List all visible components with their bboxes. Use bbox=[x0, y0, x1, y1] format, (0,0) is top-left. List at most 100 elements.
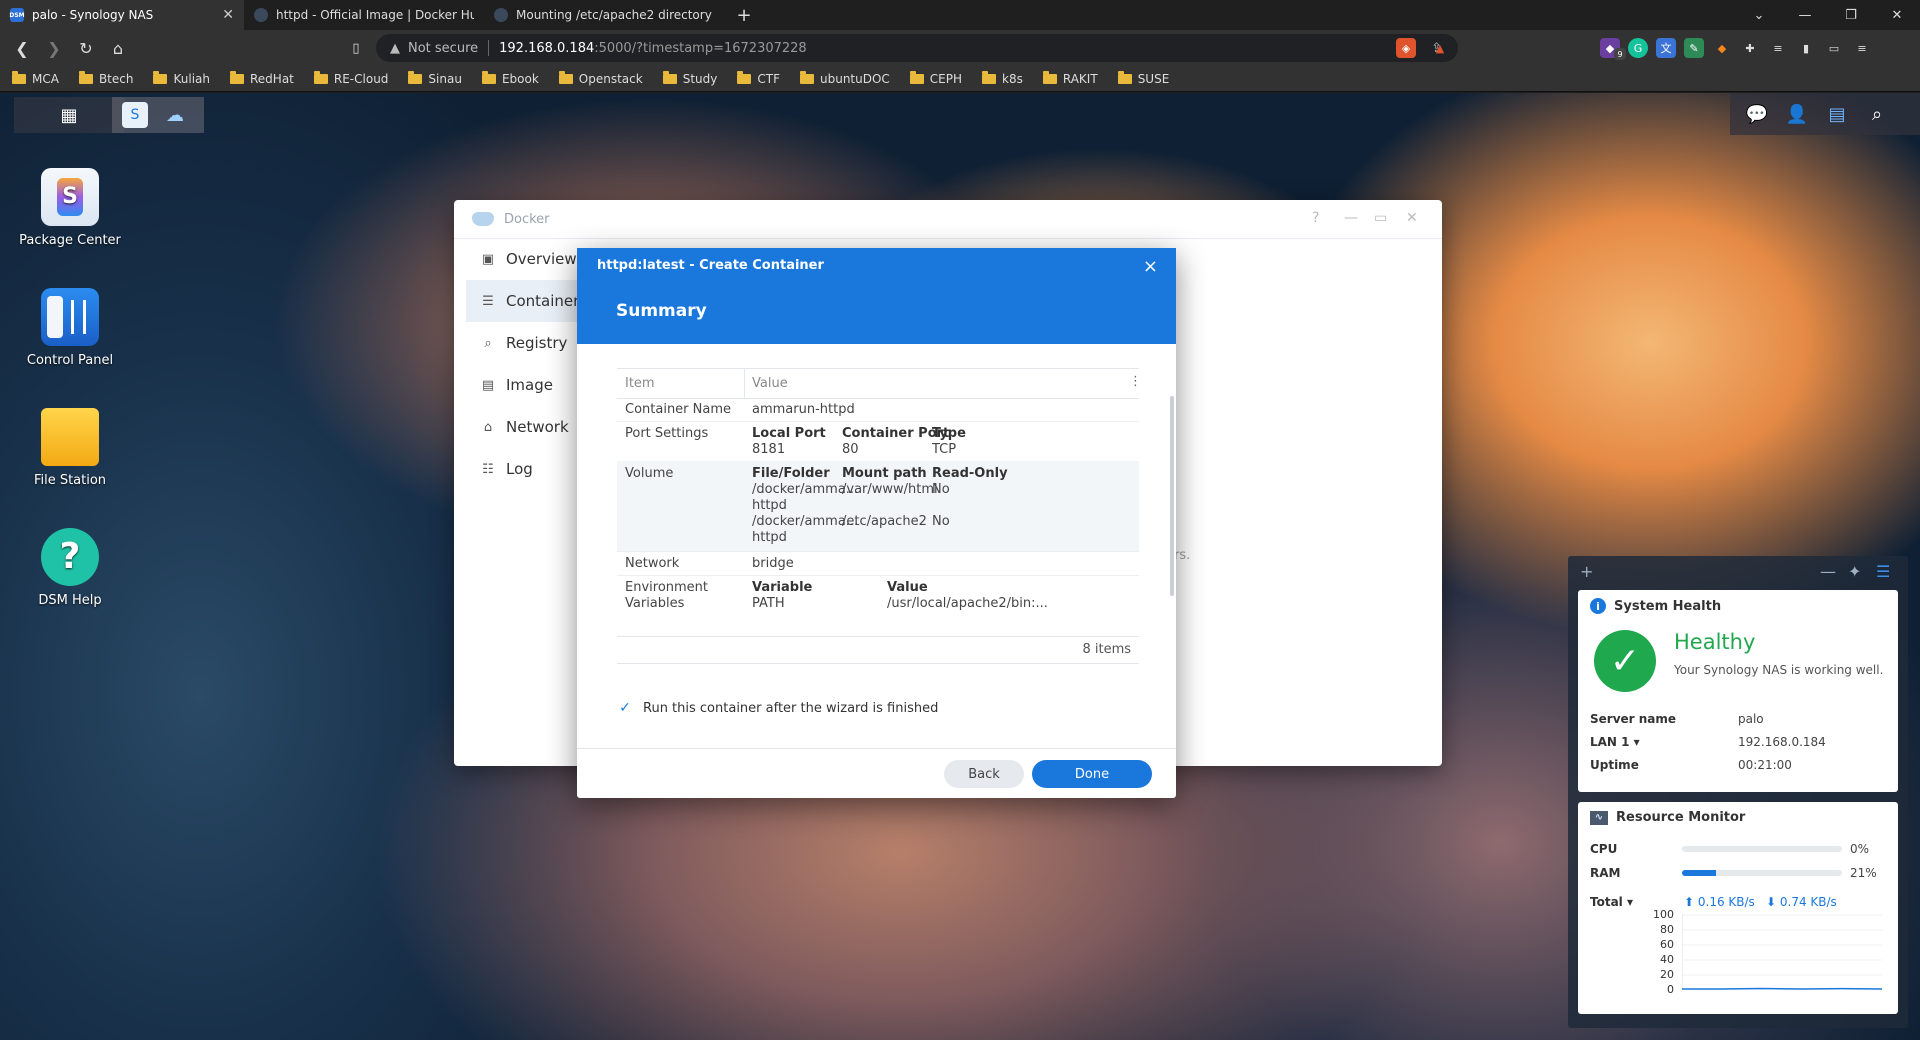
table-row: Environment Variables Variable Value PAT… bbox=[617, 575, 1139, 636]
env-variable: PATH bbox=[752, 596, 785, 611]
minimize-widgets-icon[interactable]: — bbox=[1820, 562, 1836, 581]
download-rate-value: 0.74 KB/s bbox=[1779, 895, 1837, 909]
close-icon[interactable]: × bbox=[1143, 256, 1158, 277]
tab-search-icon[interactable]: ⌄ bbox=[1736, 0, 1782, 30]
browser-tab[interactable]: Mounting /etc/apache2 directory from bbox=[484, 0, 724, 30]
row-label: Port Settings bbox=[625, 426, 709, 441]
column-menu-icon[interactable]: ⋮ bbox=[1129, 374, 1142, 389]
desktop-icon-control-panel[interactable]: Control Panel bbox=[10, 288, 130, 370]
browser-menu-icon[interactable]: ≡ bbox=[1852, 38, 1872, 58]
docker-favicon-icon bbox=[254, 8, 268, 22]
kv-value: 192.168.0.184 bbox=[1738, 735, 1826, 749]
kv-label: Uptime bbox=[1590, 758, 1639, 772]
summary-table[interactable]: Item Value ⋮ Container Name ammarun-http… bbox=[617, 368, 1174, 664]
folder-icon bbox=[230, 70, 244, 84]
desktop-icon-package-center[interactable]: S Package Center bbox=[10, 168, 130, 250]
table-scrollbar[interactable] bbox=[1170, 396, 1174, 596]
minimize-icon[interactable]: — bbox=[1344, 210, 1358, 226]
network-graph bbox=[1682, 914, 1882, 990]
open-apps-area: S ☁ bbox=[112, 97, 204, 133]
puzzle-extensions-icon[interactable]: ✚ bbox=[1740, 38, 1760, 58]
subcolumn-header: Value bbox=[887, 580, 928, 595]
folder-icon bbox=[1117, 70, 1132, 84]
user-icon[interactable]: 👤 bbox=[1784, 101, 1810, 127]
add-widget-icon[interactable]: + bbox=[1580, 562, 1593, 581]
reload-icon[interactable]: ↻ bbox=[74, 36, 98, 60]
background-hint-text: rs. bbox=[1174, 548, 1191, 563]
browser-tab[interactable]: httpd - Official Image | Docker Hub bbox=[244, 0, 484, 30]
checkmark-icon[interactable]: ✓ bbox=[617, 700, 633, 716]
bookmark-folder[interactable]: Ebook bbox=[481, 70, 539, 86]
desktop-icon-file-station[interactable]: File Station bbox=[10, 408, 130, 490]
bookmark-folder[interactable]: Btech bbox=[78, 70, 133, 86]
bookmark-folder[interactable]: Sinau bbox=[408, 70, 462, 86]
bookmark-label: MCA bbox=[32, 71, 59, 86]
minimize-window-icon[interactable]: — bbox=[1782, 0, 1828, 30]
bookmark-folder[interactable]: CTF bbox=[737, 70, 780, 86]
metamask-icon[interactable]: ◆ bbox=[1712, 38, 1732, 58]
volume-readonly: No bbox=[932, 514, 950, 529]
bookmark-label: Openstack bbox=[578, 71, 643, 86]
grammarly-icon[interactable]: G bbox=[1628, 38, 1648, 58]
port-type: TCP bbox=[932, 442, 957, 457]
maximize-icon[interactable]: ▭ bbox=[1374, 210, 1387, 226]
row-label: Container Name bbox=[625, 402, 732, 417]
subcolumn-header: Local Port bbox=[752, 426, 826, 441]
bookmark-folder[interactable]: ubuntuDOC bbox=[799, 70, 890, 86]
playlist-icon[interactable]: ≡ bbox=[1768, 38, 1788, 58]
row-label: Environment bbox=[625, 580, 709, 595]
search-icon[interactable]: ⌕ bbox=[1864, 101, 1890, 127]
help-icon[interactable]: ? bbox=[1312, 210, 1319, 226]
bookmark-folder[interactable]: k8s bbox=[982, 70, 1023, 86]
subcolumn-header: File/Folder bbox=[752, 466, 830, 481]
docker-task-icon[interactable]: ☁ bbox=[162, 102, 188, 128]
bookmark-folder[interactable]: RE-Cloud bbox=[313, 70, 388, 86]
restore-window-icon[interactable]: ❐ bbox=[1828, 0, 1874, 30]
ram-label: RAM bbox=[1590, 866, 1621, 880]
bookmark-folder[interactable]: RAKIT bbox=[1042, 70, 1098, 86]
brave-rewards-icon[interactable]: ▲ bbox=[1430, 38, 1450, 58]
wallet-icon[interactable]: ▭ bbox=[1824, 38, 1844, 58]
bookmark-folder[interactable]: CEPH bbox=[909, 70, 962, 86]
back-arrow-icon[interactable]: ❮ bbox=[10, 36, 34, 60]
bookmark-folder[interactable]: Study bbox=[662, 70, 717, 86]
done-button[interactable]: Done bbox=[1032, 760, 1152, 788]
home-icon[interactable]: ⌂ bbox=[106, 36, 130, 60]
address-bar[interactable]: ▲ Not secure 192.168.0.184:5000/?timesta… bbox=[376, 34, 1458, 62]
forward-arrow-icon[interactable]: ❯ bbox=[42, 36, 66, 60]
volume-readonly: No bbox=[932, 482, 950, 497]
bookmark-folder[interactable]: RedHat bbox=[230, 70, 294, 86]
translate-icon[interactable]: 文 bbox=[1656, 38, 1676, 58]
subcolumn-header: Variable bbox=[752, 580, 813, 595]
brave-shield-icon[interactable]: ◈ bbox=[1396, 38, 1416, 58]
network-total-dropdown[interactable]: Total ▾ bbox=[1590, 895, 1633, 909]
widgets-menu-icon[interactable]: ☰ bbox=[1876, 562, 1890, 581]
package-center-task-icon[interactable]: S bbox=[122, 102, 148, 128]
widgets-icon[interactable]: ▤ bbox=[1824, 101, 1850, 127]
edit-extension-icon[interactable]: ✎ bbox=[1684, 38, 1704, 58]
bookmark-folder[interactable]: Openstack bbox=[558, 70, 643, 86]
tab-title: palo - Synology NAS bbox=[32, 8, 154, 22]
bookmark-folder[interactable]: Kuliah bbox=[153, 70, 210, 86]
main-menu-icon[interactable]: ▦ bbox=[56, 102, 82, 128]
close-window-icon[interactable]: ✕ bbox=[1874, 0, 1920, 30]
run-after-wizard-checkbox[interactable]: ✓ Run this container after the wizard is… bbox=[617, 700, 938, 716]
browser-tab[interactable]: DSM palo - Synology NAS ✕ bbox=[0, 0, 244, 30]
folder-icon bbox=[153, 70, 168, 84]
desktop-icon-dsm-help[interactable]: ? DSM Help bbox=[10, 528, 130, 610]
widgets-panel: + — ✦ ☰ i System Health ✓ Healthy Your S… bbox=[1568, 556, 1908, 1028]
sidebar-toggle-icon[interactable]: ▮ bbox=[1796, 38, 1816, 58]
tab-close-icon[interactable]: ✕ bbox=[222, 7, 234, 23]
docker-title-bar[interactable]: Docker ? — ▭ ✕ bbox=[454, 200, 1442, 239]
notifications-icon[interactable]: 💬 bbox=[1744, 101, 1770, 127]
bookmark-icon[interactable]: ▯ bbox=[344, 36, 368, 60]
close-icon[interactable]: ✕ bbox=[1406, 210, 1418, 226]
folder-icon bbox=[481, 70, 496, 84]
bookmark-folder[interactable]: MCA bbox=[12, 70, 59, 86]
lan-dropdown[interactable]: LAN 1 ▾ bbox=[1590, 735, 1738, 749]
new-tab-button[interactable]: + bbox=[732, 0, 756, 30]
back-button[interactable]: Back bbox=[944, 760, 1024, 788]
pin-icon[interactable]: ✦ bbox=[1848, 562, 1861, 581]
bookmark-folder[interactable]: SUSE bbox=[1117, 70, 1169, 86]
column-divider bbox=[744, 369, 745, 398]
